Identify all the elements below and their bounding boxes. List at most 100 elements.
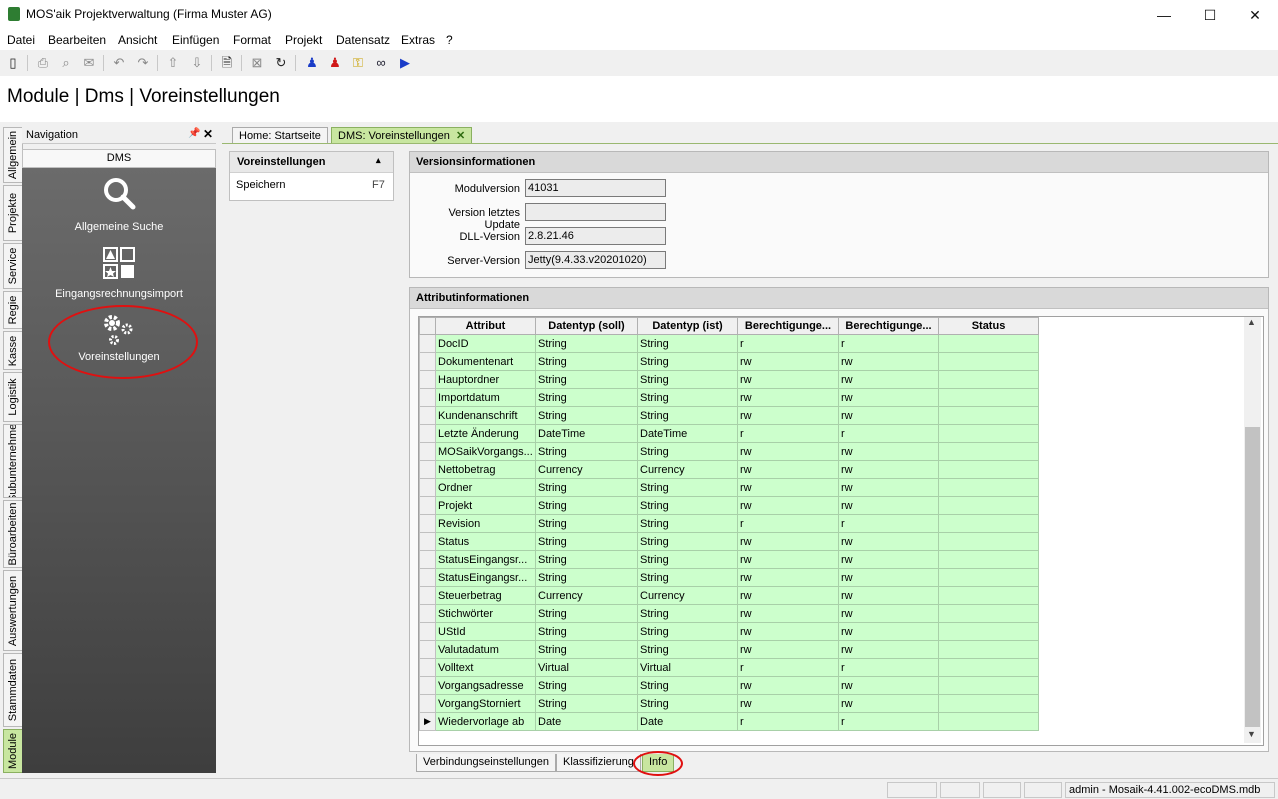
- table-cell[interactable]: VorgangStorniert: [435, 694, 536, 713]
- table-cell[interactable]: String: [637, 604, 738, 623]
- table-cell[interactable]: Vorgangsadresse: [435, 676, 536, 695]
- table-cell[interactable]: StatusEingangsr...: [435, 568, 536, 587]
- table-cell[interactable]: String: [637, 694, 738, 713]
- menu-einfuegen[interactable]: Einfügen: [172, 33, 219, 47]
- table-cell[interactable]: rw: [737, 586, 839, 605]
- table-cell[interactable]: rw: [838, 622, 939, 641]
- table-cell[interactable]: Currency: [535, 586, 638, 605]
- table-row[interactable]: StatusEingangsr... String String rw rw: [419, 550, 1044, 569]
- table-cell[interactable]: [938, 352, 1039, 371]
- table-cell[interactable]: String: [637, 442, 738, 461]
- new-doc-icon[interactable]: ▯: [4, 54, 22, 72]
- row-header[interactable]: [419, 424, 436, 443]
- table-cell[interactable]: rw: [838, 352, 939, 371]
- task-speichern[interactable]: Speichern F7: [230, 176, 393, 196]
- table-cell[interactable]: [938, 388, 1039, 407]
- row-header[interactable]: [419, 604, 436, 623]
- table-cell[interactable]: String: [637, 640, 738, 659]
- row-header[interactable]: [419, 370, 436, 389]
- table-cell[interactable]: r: [838, 514, 939, 533]
- table-cell[interactable]: Dokumentenart: [435, 352, 536, 371]
- vtab-stammdaten[interactable]: Stammdaten: [3, 653, 23, 727]
- table-cell[interactable]: Wiedervorlage ab: [435, 712, 536, 731]
- dll-version-field[interactable]: 2.8.21.46: [525, 227, 666, 245]
- tab-dms-voreinstellungen[interactable]: DMS: Voreinstellungen ✕: [331, 127, 473, 144]
- table-cell[interactable]: rw: [838, 406, 939, 425]
- table-cell[interactable]: rw: [838, 478, 939, 497]
- row-header[interactable]: [419, 532, 436, 551]
- column-header[interactable]: Status: [938, 317, 1039, 335]
- menu-format[interactable]: Format: [233, 33, 271, 47]
- table-cell[interactable]: r: [737, 658, 839, 677]
- vtab-allgemein[interactable]: Allgemein: [3, 127, 23, 183]
- table-cell[interactable]: [938, 604, 1039, 623]
- play-icon[interactable]: ▶: [396, 54, 414, 72]
- nav-section-dms[interactable]: DMS: [22, 149, 216, 168]
- table-cell[interactable]: rw: [737, 604, 839, 623]
- pin-icon[interactable]: 📌: [188, 128, 200, 139]
- table-cell[interactable]: String: [637, 334, 738, 353]
- table-cell[interactable]: Nettobetrag: [435, 460, 536, 479]
- scroll-down-icon[interactable]: ▼: [1247, 729, 1256, 739]
- table-cell[interactable]: String: [637, 532, 738, 551]
- table-cell[interactable]: Revision: [435, 514, 536, 533]
- table-cell[interactable]: rw: [737, 640, 839, 659]
- table-cell[interactable]: String: [637, 568, 738, 587]
- row-header[interactable]: [419, 568, 436, 587]
- print-icon[interactable]: ⎙: [34, 54, 52, 72]
- user-blue-icon[interactable]: ♟: [303, 54, 321, 72]
- table-row[interactable]: Dokumentenart String String rw rw: [419, 352, 1044, 371]
- table-cell[interactable]: Currency: [637, 586, 738, 605]
- table-cell[interactable]: Currency: [535, 460, 638, 479]
- table-cell[interactable]: String: [637, 676, 738, 695]
- row-header[interactable]: [419, 478, 436, 497]
- column-header[interactable]: Datentyp (ist): [637, 317, 738, 335]
- table-cell[interactable]: rw: [838, 568, 939, 587]
- table-cell[interactable]: String: [535, 496, 638, 515]
- table-cell[interactable]: rw: [838, 388, 939, 407]
- table-cell[interactable]: rw: [737, 406, 839, 425]
- vtab-kasse[interactable]: Kasse: [3, 331, 23, 370]
- menu-datensatz[interactable]: Datensatz: [336, 33, 390, 47]
- table-row[interactable]: Importdatum String String rw rw: [419, 388, 1044, 407]
- table-row[interactable]: DocID String String r r: [419, 334, 1044, 353]
- table-cell[interactable]: Ordner: [435, 478, 536, 497]
- table-cell[interactable]: r: [737, 424, 839, 443]
- table-cell[interactable]: rw: [737, 532, 839, 551]
- table-cell[interactable]: rw: [737, 622, 839, 641]
- table-cell[interactable]: [938, 370, 1039, 389]
- table-cell[interactable]: rw: [838, 550, 939, 569]
- table-cell[interactable]: Steuerbetrag: [435, 586, 536, 605]
- table-cell[interactable]: String: [637, 370, 738, 389]
- row-header[interactable]: [419, 658, 436, 677]
- table-cell[interactable]: Date: [637, 712, 738, 731]
- table-cell[interactable]: rw: [838, 532, 939, 551]
- table-cell[interactable]: String: [535, 676, 638, 695]
- table-cell[interactable]: String: [535, 604, 638, 623]
- table-row[interactable]: Kundenanschrift String String rw rw: [419, 406, 1044, 425]
- table-cell[interactable]: String: [535, 622, 638, 641]
- table-cell[interactable]: rw: [737, 388, 839, 407]
- table-cell[interactable]: UStId: [435, 622, 536, 641]
- table-cell[interactable]: String: [637, 388, 738, 407]
- table-cell[interactable]: [938, 460, 1039, 479]
- table-cell[interactable]: [938, 568, 1039, 587]
- table-cell[interactable]: [938, 406, 1039, 425]
- table-cell[interactable]: rw: [737, 460, 839, 479]
- table-row[interactable]: Vorgangsadresse String String rw rw: [419, 676, 1044, 695]
- table-cell[interactable]: [938, 334, 1039, 353]
- table-cell[interactable]: rw: [737, 550, 839, 569]
- table-row[interactable]: VorgangStorniert String String rw rw: [419, 694, 1044, 713]
- row-header[interactable]: [419, 586, 436, 605]
- table-cell[interactable]: String: [637, 514, 738, 533]
- vtab-subunternehmer[interactable]: Subunternehmer: [3, 424, 23, 498]
- table-cell[interactable]: rw: [838, 604, 939, 623]
- table-cell[interactable]: rw: [838, 694, 939, 713]
- mail-icon[interactable]: ✉: [80, 54, 98, 72]
- table-cell[interactable]: Virtual: [535, 658, 638, 677]
- menu-projekt[interactable]: Projekt: [285, 33, 322, 47]
- table-cell[interactable]: String: [637, 550, 738, 569]
- table-cell[interactable]: Volltext: [435, 658, 536, 677]
- row-header[interactable]: [419, 352, 436, 371]
- menu-datei[interactable]: Datei: [7, 33, 35, 47]
